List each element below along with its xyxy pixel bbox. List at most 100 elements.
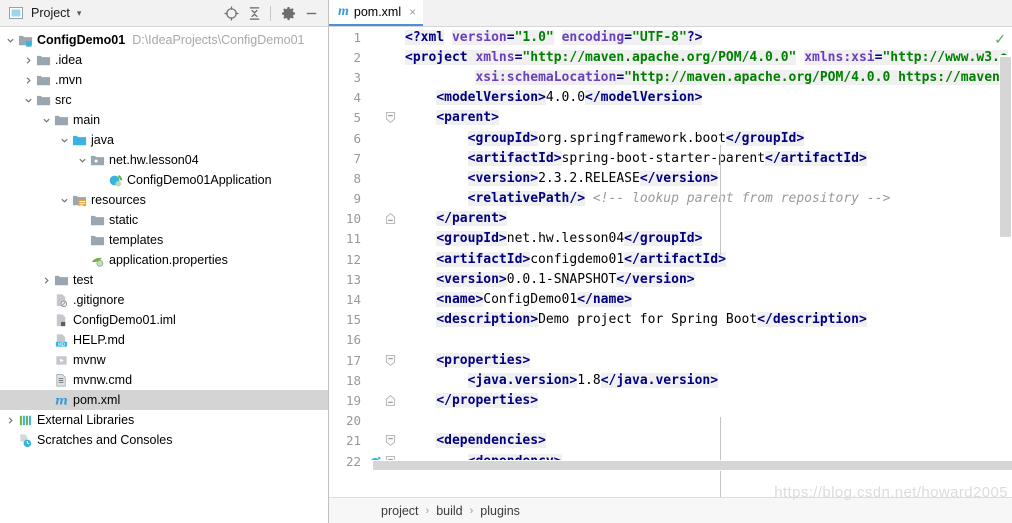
code-line-text: <version>2.3.2.RELEASE</version> — [397, 170, 719, 186]
svg-text:m: m — [55, 393, 68, 407]
code-token: </description> — [757, 312, 867, 328]
tree-node-scratches-and-consoles[interactable]: Scratches and Consoles — [0, 430, 328, 450]
tree-node-label: templates — [109, 233, 164, 247]
gear-icon[interactable] — [277, 3, 299, 23]
code-line-text: <project xmlns="http://maven.apache.org/… — [397, 49, 1008, 65]
fold-end-marker[interactable] — [383, 394, 397, 407]
code-line[interactable]: 7 <artifactId>spring-boot-starter-parent… — [329, 148, 1012, 168]
tree-node-gitignore[interactable]: .gitignore — [0, 290, 328, 310]
close-icon[interactable]: × — [409, 6, 416, 18]
tree-node-configdemo01-iml[interactable]: ConfigDemo01.iml — [0, 310, 328, 330]
project-path-label: D:\IdeaProjects\ConfigDemo01 — [132, 33, 305, 47]
locate-icon[interactable] — [220, 3, 242, 23]
tree-node-mvnw-cmd[interactable]: mvnw.cmd — [0, 370, 328, 390]
fold-start-marker[interactable] — [383, 434, 397, 447]
iml-file-icon — [53, 312, 70, 328]
code-line[interactable]: 3 xsi:schemaLocation="http://maven.apach… — [329, 67, 1012, 87]
chevron-down-icon[interactable] — [40, 116, 53, 125]
minimize-icon[interactable] — [300, 3, 322, 23]
code-token: Demo project for Spring Boot — [538, 312, 758, 328]
tree-node-external-libraries[interactable]: External Libraries — [0, 410, 328, 430]
spring-properties-icon — [89, 252, 106, 268]
line-number: 11 — [345, 231, 361, 247]
code-line[interactable]: 5 <parent> — [329, 108, 1012, 128]
inspection-ok-icon[interactable]: ✓ — [994, 32, 1006, 46]
tree-node-label: java — [91, 133, 114, 147]
code-line[interactable]: 17 <properties> — [329, 350, 1012, 370]
chevron-down-icon[interactable] — [22, 96, 35, 105]
code-token: ?> — [686, 29, 703, 45]
tree-node-test[interactable]: test — [0, 270, 328, 290]
chevron-down-icon[interactable] — [58, 136, 71, 145]
fold-guide-line — [720, 145, 721, 255]
tree-node-help-md[interactable]: MD HELP.md — [0, 330, 328, 350]
code-line[interactable]: 16 — [329, 330, 1012, 350]
code-token: </version> — [639, 170, 719, 186]
chevron-right-icon[interactable] — [22, 56, 35, 65]
code-line[interactable]: 9 <relativePath/> <!-- lookup parent fro… — [329, 189, 1012, 209]
folder-icon — [53, 272, 70, 288]
tree-node-templates[interactable]: templates — [0, 230, 328, 250]
chevron-right-icon[interactable] — [40, 276, 53, 285]
chevron-down-icon[interactable] — [4, 36, 17, 45]
code-line[interactable]: 14 <name>ConfigDemo01</name> — [329, 289, 1012, 309]
code-token: <artifactId> — [436, 251, 531, 267]
project-tree[interactable]: ConfigDemo01 D:\IdeaProjects\ConfigDemo01… — [0, 27, 328, 523]
tab-pom-xml[interactable]: m pom.xml × — [329, 0, 424, 26]
code-token: "UTF-8" — [632, 29, 687, 45]
code-line[interactable]: 20 — [329, 411, 1012, 431]
code-line[interactable]: 1 <?xml version="1.0" encoding="UTF-8"?> — [329, 27, 1012, 47]
code-line[interactable]: 21 <dependencies> — [329, 431, 1012, 451]
chevron-down-icon[interactable] — [76, 156, 89, 165]
code-line[interactable]: 11 <groupId>net.hw.lesson04</groupId> — [329, 229, 1012, 249]
tree-node-mvn[interactable]: .mvn — [0, 70, 328, 90]
code-token: "http://maven.apache.org/POM/4.0.0 https… — [624, 69, 1008, 85]
folder-icon — [35, 72, 52, 88]
chevron-down-icon[interactable]: ▾ — [77, 8, 82, 18]
tree-node-resources[interactable]: resources — [0, 190, 328, 210]
maven-file-icon: m — [53, 392, 70, 408]
tree-node-application-properties[interactable]: application.properties — [0, 250, 328, 270]
breadcrumb-item-plugins[interactable]: plugins — [480, 504, 520, 518]
vertical-scrollbar-thumb[interactable] — [1000, 57, 1011, 237]
code-line[interactable]: 12 <artifactId>configdemo01</artifactId> — [329, 249, 1012, 269]
code-line[interactable]: 6 <groupId>org.springframework.boot</gro… — [329, 128, 1012, 148]
tree-node-java[interactable]: java — [0, 130, 328, 150]
tree-node-configdemo01application[interactable]: ConfigDemo01Application — [0, 170, 328, 190]
tree-node-label: static — [109, 213, 139, 227]
libraries-icon — [17, 412, 34, 428]
breadcrumb-item-build[interactable]: build — [436, 504, 462, 518]
code-line[interactable]: 10 </parent> — [329, 209, 1012, 229]
code-editor[interactable]: 1 <?xml version="1.0" encoding="UTF-8"?> 2… — [329, 27, 1012, 497]
horizontal-scrollbar-thumb[interactable] — [373, 461, 1012, 470]
tree-node-net-hw-lesson04[interactable]: net.hw.lesson04 — [0, 150, 328, 170]
code-token: xml — [420, 29, 445, 45]
tree-node-mvnw[interactable]: mvnw — [0, 350, 328, 370]
chevron-right-icon[interactable] — [22, 76, 35, 85]
code-line[interactable]: 8 <version>2.3.2.RELEASE</version> — [329, 168, 1012, 188]
code-line[interactable]: 15 <description>Demo project for Spring … — [329, 310, 1012, 330]
tree-node-configdemo01[interactable]: ConfigDemo01 D:\IdeaProjects\ConfigDemo01 — [0, 30, 328, 50]
tree-node-src[interactable]: src — [0, 90, 328, 110]
tree-node-static[interactable]: static — [0, 210, 328, 230]
code-token: </parent> — [436, 211, 507, 227]
code-line[interactable]: 19 </properties> — [329, 390, 1012, 410]
fold-start-marker[interactable] — [383, 111, 397, 124]
code-line[interactable]: 2 <project xmlns="http://maven.apache.org… — [329, 47, 1012, 67]
code-line[interactable]: 13 <version>0.0.1-SNAPSHOT</version> — [329, 269, 1012, 289]
spring-class-icon — [107, 172, 124, 188]
fold-start-marker[interactable] — [383, 354, 397, 367]
tree-node-main[interactable]: main — [0, 110, 328, 130]
code-line[interactable]: 4 <modelVersion>4.0.0</modelVersion> — [329, 88, 1012, 108]
code-line[interactable]: 18 <java.version>1.8</java.version> — [329, 370, 1012, 390]
tree-node-label: application.properties — [109, 253, 228, 267]
gitignore-file-icon — [53, 292, 70, 308]
breadcrumb-item-project[interactable]: project — [381, 504, 419, 518]
tree-node-pom-xml[interactable]: m pom.xml — [0, 390, 328, 410]
script-file-icon — [53, 352, 70, 368]
fold-end-marker[interactable] — [383, 212, 397, 225]
chevron-right-icon[interactable] — [4, 416, 17, 425]
tree-node-idea[interactable]: .idea — [0, 50, 328, 70]
collapse-all-icon[interactable] — [243, 3, 265, 23]
chevron-down-icon[interactable] — [58, 196, 71, 205]
